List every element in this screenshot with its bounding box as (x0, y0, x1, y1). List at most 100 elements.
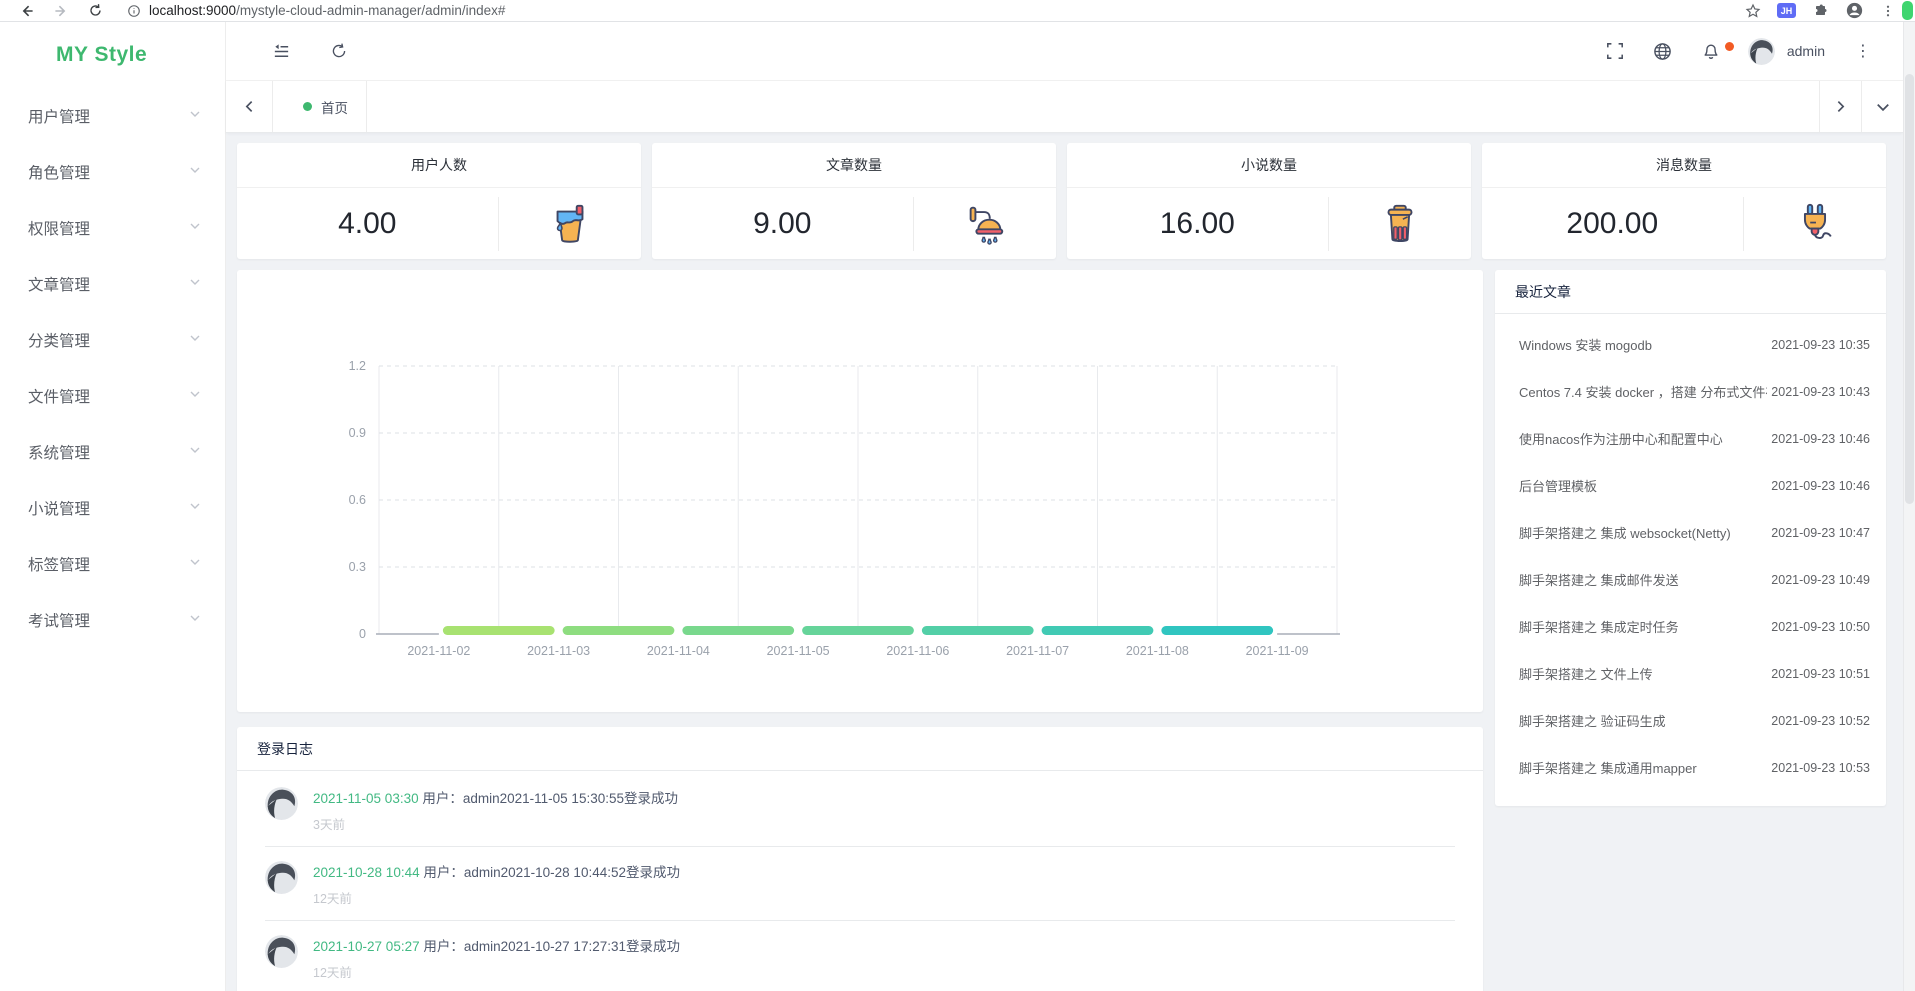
trash-icon (1329, 201, 1471, 247)
log-timestamp: 2021-10-27 05:27 (313, 939, 420, 954)
article-list-item[interactable]: 脚手架搭建之 集成 websocket(Netty) 2021-09-23 10… (1495, 509, 1886, 556)
recent-articles-title: 最近文章 (1495, 270, 1886, 314)
extensions-puzzle-icon[interactable] (1810, 1, 1830, 21)
article-title: 脚手架搭建之 集成通用mapper (1519, 758, 1767, 777)
refresh-page-icon[interactable] (328, 40, 350, 62)
tab-home[interactable]: 首页 (285, 81, 367, 132)
dashboard-content: 用户人数 4.00 (226, 133, 1903, 991)
sidebar-item-category-mgmt[interactable]: 分类管理 (0, 312, 225, 368)
bookmark-star-icon[interactable] (1743, 1, 1763, 21)
article-list-item[interactable]: 脚手架搭建之 集成通用mapper 2021-09-23 10:53 (1495, 744, 1886, 791)
stat-card-users: 用户人数 4.00 (237, 143, 641, 259)
log-message: 用户：admin2021-11-05 15:30:55登录成功 (422, 791, 678, 806)
article-list-item[interactable]: 脚手架搭建之 集成定时任务 2021-09-23 10:50 (1495, 603, 1886, 650)
stat-card-title: 用户人数 (237, 143, 641, 188)
article-list-item[interactable]: 脚手架搭建之 集成邮件发送 2021-09-23 10:49 (1495, 556, 1886, 603)
browser-menu-dots-icon[interactable] (1878, 1, 1898, 21)
stat-cards-row: 用户人数 4.00 (237, 143, 1886, 259)
svg-text:2021-11-05: 2021-11-05 (767, 644, 830, 658)
sidebar-item-role-mgmt[interactable]: 角色管理 (0, 144, 225, 200)
bar-segment (1042, 626, 1154, 635)
page-scrollbar-thumb[interactable] (1905, 74, 1914, 504)
svg-text:2021-11-09: 2021-11-09 (1246, 644, 1309, 658)
article-list-item[interactable]: 后台管理模板 2021-09-23 10:46 (1495, 462, 1886, 509)
sidebar-item-tag-mgmt[interactable]: 标签管理 (0, 536, 225, 592)
language-globe-icon[interactable] (1652, 40, 1674, 62)
chevron-down-icon (189, 387, 201, 405)
avatar (265, 861, 298, 894)
tabs-scroll-right-button[interactable] (1819, 81, 1861, 132)
header-bar: admin ⋮ (226, 22, 1903, 81)
notification-dot (1725, 42, 1734, 51)
bar-segment (922, 626, 1034, 635)
extension-jh-badge[interactable]: JH (1777, 3, 1796, 18)
articles-chart-card: 00.30.60.91.22021-11-022021-11-032021-11… (237, 270, 1483, 712)
article-title: 脚手架搭建之 集成邮件发送 (1519, 570, 1767, 589)
article-list-item[interactable]: 脚手架搭建之 验证码生成 2021-09-23 10:52 (1495, 697, 1886, 744)
site-info-icon[interactable] (124, 1, 144, 21)
sidebar-item-system-mgmt[interactable]: 系统管理 (0, 424, 225, 480)
browser-profile-icon[interactable] (1844, 1, 1864, 21)
fullscreen-icon[interactable] (1604, 40, 1626, 62)
app-window: MY Style 用户管理 角色管理 权限管理 文章管理 分类管理 (0, 22, 1903, 991)
app-logo: MY Style (0, 22, 225, 88)
bar-segment (443, 626, 555, 635)
chevron-down-icon (189, 611, 201, 629)
article-list-item[interactable]: Centos 7.4 安装 docker ，搭建 分布式文件存储系统 2021-… (1495, 368, 1886, 415)
bar-segment (682, 626, 794, 635)
user-avatar[interactable] (1748, 38, 1775, 65)
header-more-menu-icon[interactable]: ⋮ (1851, 41, 1875, 61)
svg-text:0.3: 0.3 (349, 560, 366, 574)
chevron-down-icon (189, 331, 201, 349)
svg-text:0.6: 0.6 (349, 493, 366, 507)
screen: localhost:9000/mystyle-cloud-admin-manag… (0, 0, 1915, 991)
chevron-down-icon (189, 499, 201, 517)
bar-segment (563, 626, 675, 635)
recent-articles-panel: 最近文章 Windows 安装 mogodb 2021-09-23 10:35 … (1495, 270, 1886, 806)
log-message: 用户：admin2021-10-28 10:44:52登录成功 (423, 865, 680, 880)
notifications-bell-icon[interactable] (1700, 40, 1722, 62)
stat-card-value: 9.00 (652, 207, 913, 241)
sidebar-item-novel-mgmt[interactable]: 小说管理 (0, 480, 225, 536)
article-list-item[interactable]: 使用nacos作为注册中心和配置中心 2021-09-23 10:46 (1495, 415, 1886, 462)
article-time: 2021-09-23 10:35 (1771, 338, 1870, 352)
article-time: 2021-09-23 10:47 (1771, 526, 1870, 540)
browser-toolbar: localhost:9000/mystyle-cloud-admin-manag… (0, 0, 1915, 22)
main-area: admin ⋮ 首页 (226, 22, 1903, 991)
stat-card-title: 消息数量 (1482, 143, 1886, 188)
url-text[interactable]: localhost:9000/mystyle-cloud-admin-manag… (149, 3, 505, 18)
collapse-sidebar-icon[interactable] (270, 40, 292, 62)
sidebar-item-exam-mgmt[interactable]: 考试管理 (0, 592, 225, 648)
sidebar-item-file-mgmt[interactable]: 文件管理 (0, 368, 225, 424)
article-list-item[interactable]: Windows 安装 mogodb 2021-09-23 10:35 (1495, 321, 1886, 368)
page-scrollbar-thumb-green[interactable] (1902, 1, 1913, 20)
log-timestamp: 2021-11-05 03:30 (313, 791, 419, 806)
tabs-dropdown-button[interactable] (1861, 81, 1903, 132)
sidebar-item-user-mgmt[interactable]: 用户管理 (0, 88, 225, 144)
browser-reload-icon[interactable] (85, 1, 105, 21)
chevron-down-icon (189, 219, 201, 237)
svg-text:2021-11-07: 2021-11-07 (1006, 644, 1069, 658)
svg-text:0.9: 0.9 (349, 426, 366, 440)
articles-chart[interactable]: 00.30.60.91.22021-11-022021-11-032021-11… (237, 288, 1483, 688)
article-title: 脚手架搭建之 集成定时任务 (1519, 617, 1767, 636)
stat-card-value: 200.00 (1482, 207, 1743, 241)
article-list-item[interactable]: 脚手架搭建之 文件上传 2021-09-23 10:51 (1495, 650, 1886, 697)
login-log-item: 2021-11-05 03:30 用户：admin2021-11-05 15:3… (265, 773, 1455, 847)
browser-back-icon[interactable] (17, 1, 37, 21)
address-bar[interactable]: localhost:9000/mystyle-cloud-admin-manag… (124, 1, 1736, 21)
bar-segment (1161, 626, 1273, 635)
username-label[interactable]: admin (1787, 43, 1825, 59)
page-scrollbar[interactable] (1903, 22, 1915, 991)
sidebar-item-permission-mgmt[interactable]: 权限管理 (0, 200, 225, 256)
shower-icon (914, 201, 1056, 247)
browser-forward-icon[interactable] (51, 1, 71, 21)
sidebar-item-article-mgmt[interactable]: 文章管理 (0, 256, 225, 312)
tabs-scroll-left-button[interactable] (226, 81, 273, 132)
plug-icon (1744, 201, 1886, 247)
log-relative-time: 12天前 (313, 962, 680, 981)
article-time: 2021-09-23 10:46 (1771, 432, 1870, 446)
bar-segment (802, 626, 914, 635)
article-time: 2021-09-23 10:53 (1771, 761, 1870, 775)
avatar (265, 935, 298, 968)
